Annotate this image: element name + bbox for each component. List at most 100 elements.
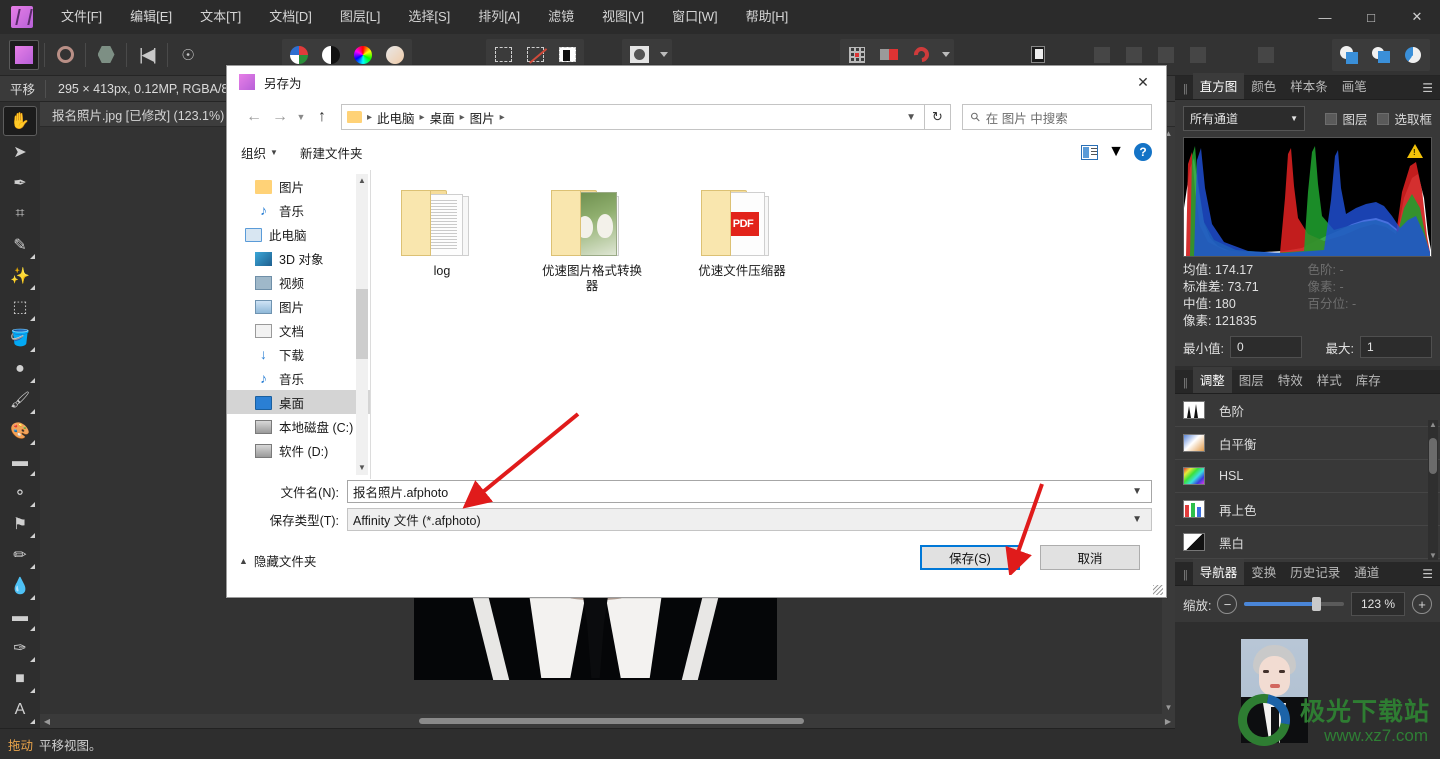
adjustments-scrollbar[interactable]: ▲ ▼ — [1428, 420, 1438, 560]
chevron-down-icon[interactable]: ▼ — [1108, 143, 1124, 161]
adjustment-再上色[interactable]: 再上色 — [1175, 493, 1440, 526]
zoom-value[interactable]: 123 % — [1351, 592, 1405, 616]
forward-arrow-icon[interactable]: → — [267, 104, 293, 130]
tone-mapping-persona-icon[interactable]: |◀| — [132, 40, 162, 70]
menu-text[interactable]: 文本[T] — [186, 0, 255, 34]
clipping-warning-icon[interactable] — [1407, 144, 1423, 158]
distribute-icon[interactable] — [1251, 40, 1281, 70]
channel-select[interactable]: 所有通道 ▼ — [1183, 106, 1305, 131]
photo-persona-icon[interactable] — [9, 40, 39, 70]
tree-item-视频[interactable]: 视频 — [227, 270, 371, 294]
tool-move[interactable]: ➤ — [3, 137, 37, 167]
adjustments-list[interactable]: 色阶白平衡HSL再上色黑白 ▲ ▼ — [1175, 394, 1440, 562]
checkbox-选取框[interactable]: 选取框 — [1377, 109, 1432, 128]
boolean-subtract-icon[interactable] — [1366, 40, 1396, 70]
tree-scrollbar[interactable]: ▲ ▼ — [356, 174, 368, 475]
panel-grip-icon[interactable]: || — [1175, 377, 1193, 393]
breadcrumb[interactable]: ▸ 此电脑▸桌面▸图片▸ ▼ — [341, 104, 925, 130]
tree-item-图片[interactable]: 图片 — [227, 294, 371, 318]
minimize-button[interactable]: — — [1302, 0, 1348, 34]
menu-select[interactable]: 选择[S] — [394, 0, 464, 34]
tab-历史记录[interactable]: 历史记录 — [1283, 559, 1347, 585]
tool-color-wheel[interactable]: ● — [3, 354, 37, 384]
menu-document[interactable]: 文档[D] — [255, 0, 326, 34]
folder-tree[interactable]: 图片♪音乐此电脑3D 对象视频图片文档↓下载♪音乐桌面本地磁盘 (C:)软件 (… — [227, 170, 371, 479]
scroll-left-icon[interactable]: ◀ — [40, 717, 54, 726]
tool-marquee[interactable]: ⬚ — [3, 292, 37, 322]
tree-item-文档[interactable]: 文档 — [227, 318, 371, 342]
tree-item-3D 对象[interactable]: 3D 对象 — [227, 246, 371, 270]
search-input[interactable]: ⚲ 在 图片 中搜索 — [962, 104, 1152, 130]
panel-grip-icon[interactable]: || — [1175, 569, 1193, 585]
file-item[interactable]: 优速图片格式转换器 — [537, 182, 647, 294]
develop-persona-icon[interactable] — [91, 40, 121, 70]
new-folder-button[interactable]: 新建文件夹 — [300, 143, 363, 162]
tab-画笔[interactable]: 画笔 — [1335, 73, 1374, 99]
zoom-slider[interactable] — [1244, 595, 1344, 613]
breadcrumb-item[interactable]: 桌面 — [427, 108, 458, 127]
scroll-down-icon[interactable]: ▼ — [356, 461, 368, 475]
tab-导航器[interactable]: 导航器 — [1193, 559, 1245, 585]
tool-eraser[interactable]: ▬ — [3, 447, 37, 477]
maximize-button[interactable]: □ — [1348, 0, 1394, 34]
scroll-down-icon[interactable]: ▼ — [1162, 701, 1175, 714]
tool-smudge[interactable]: ✏ — [3, 540, 37, 570]
tab-样式[interactable]: 样式 — [1310, 367, 1349, 393]
chevron-down-icon[interactable]: ▼ — [898, 112, 924, 123]
chevron-down-icon[interactable]: ▼ — [1123, 514, 1151, 525]
chevron-down-icon[interactable]: ▼ — [1123, 486, 1151, 497]
tool-paint-mixer[interactable]: 🎨 — [3, 416, 37, 446]
menu-window[interactable]: 窗口[W] — [658, 0, 732, 34]
tool-dodge[interactable]: ⚬ — [3, 478, 37, 508]
checkbox-box[interactable] — [1377, 113, 1389, 125]
tab-样本条[interactable]: 样本条 — [1283, 73, 1335, 99]
canvas-horizontal-scrollbar[interactable]: ◀ ▶ — [40, 714, 1175, 728]
tool-color-picker[interactable]: ✒ — [3, 168, 37, 198]
minus-circle-icon[interactable]: − — [1217, 594, 1237, 614]
breadcrumb-item[interactable]: 图片 — [467, 108, 498, 127]
view-layout-icon[interactable] — [1081, 145, 1098, 160]
tool-crop[interactable]: ⌗ — [3, 199, 37, 229]
tree-item-下载[interactable]: ↓下载 — [227, 342, 371, 366]
tool-pan[interactable]: ✋ — [3, 106, 37, 136]
boolean-add-icon[interactable] — [1334, 40, 1364, 70]
panel-menu-icon[interactable]: ☰ — [1422, 567, 1433, 581]
menu-filter[interactable]: 滤镜 — [534, 0, 588, 34]
organize-button[interactable]: 组织 ▼ — [241, 143, 278, 162]
adjustment-HSL[interactable]: HSL — [1175, 460, 1440, 493]
file-item[interactable]: log — [387, 182, 497, 294]
panel-grip-icon[interactable]: || — [1175, 83, 1193, 99]
align-justify-icon[interactable] — [1183, 40, 1213, 70]
help-icon[interactable]: ? — [1134, 143, 1152, 161]
tree-scroll-thumb[interactable] — [356, 289, 368, 359]
file-list[interactable]: log优速图片格式转换器PDF优速文件压缩器 — [371, 170, 1166, 479]
tree-item-桌面[interactable]: 桌面 — [227, 390, 371, 414]
menu-arrange[interactable]: 排列[A] — [464, 0, 534, 34]
menu-layer[interactable]: 图层[L] — [326, 0, 394, 34]
dialog-resize-grip[interactable] — [1153, 585, 1163, 595]
plus-circle-icon[interactable]: + — [1412, 594, 1432, 614]
tab-直方图[interactable]: 直方图 — [1193, 73, 1245, 99]
close-icon[interactable]: ✕ — [1120, 66, 1166, 98]
back-arrow-icon[interactable]: ← — [241, 104, 267, 130]
hscroll-track[interactable] — [54, 714, 1161, 728]
adjustments-scroll-thumb[interactable] — [1429, 438, 1437, 474]
recent-dropdown-icon[interactable]: ▼ — [293, 112, 309, 122]
tab-变换[interactable]: 变换 — [1244, 559, 1283, 585]
tab-库存[interactable]: 库存 — [1349, 367, 1388, 393]
max-input[interactable]: 1 — [1360, 336, 1432, 358]
menu-file[interactable]: 文件[F] — [47, 0, 116, 34]
scroll-down-icon[interactable]: ▼ — [1428, 551, 1438, 560]
hscroll-thumb[interactable] — [419, 718, 804, 724]
tree-item-图片[interactable]: 图片 — [227, 174, 371, 198]
tool-text[interactable]: A — [3, 695, 37, 725]
hide-folders-toggle[interactable]: ▲ 隐藏文件夹 — [239, 551, 316, 570]
breadcrumb-item[interactable]: 此电脑 — [374, 108, 418, 127]
tool-flood-fill[interactable]: 🪣 — [3, 323, 37, 353]
tree-item-音乐[interactable]: ♪音乐 — [227, 366, 371, 390]
close-button[interactable]: ✕ — [1394, 0, 1440, 34]
filename-input[interactable]: 报名照片.afphoto ▼ — [347, 480, 1152, 503]
tool-retouch[interactable]: ✎ — [3, 230, 37, 260]
adjustment-白平衡[interactable]: 白平衡 — [1175, 427, 1440, 460]
tab-图层[interactable]: 图层 — [1232, 367, 1271, 393]
